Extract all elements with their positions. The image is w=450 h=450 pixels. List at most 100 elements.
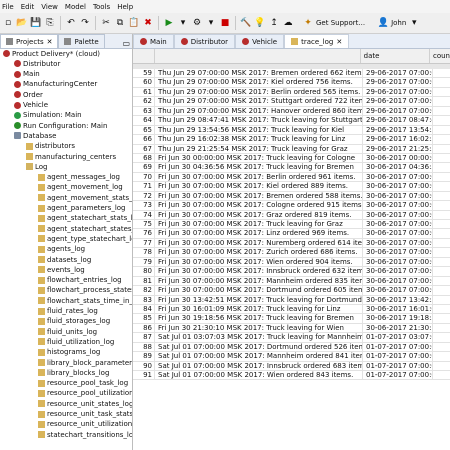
save-icon[interactable]: 💾	[30, 17, 42, 29]
tree-item[interactable]: flowchart_entries_log	[38, 276, 122, 285]
table-row[interactable]: 68 Fri Jun 30 00:00:00 MSK 2017: Truck le…	[133, 153, 450, 164]
debug-icon[interactable]: ⚙	[191, 17, 203, 29]
table-row[interactable]: 76 Fri Jun 30 07:00:00 MSK 2017: Linz ord…	[133, 229, 450, 239]
tree-item[interactable]: events_log	[38, 265, 85, 274]
table-row[interactable]: 64 Thu Jun 29 08:47:41 MSK 2017: Truck le…	[133, 116, 450, 126]
header-message[interactable]	[155, 49, 361, 63]
table-row[interactable]: 60 Thu Jun 29 07:00:00 MSK 2017: Kiel ord…	[133, 78, 450, 88]
tree-item[interactable]: fluid_storages_log	[38, 317, 110, 326]
undo-icon[interactable]: ↶	[65, 17, 77, 29]
table-row[interactable]: 70 Fri Jun 30 07:00:00 MSK 2017: Berlin o…	[133, 172, 450, 183]
menu-model[interactable]: Model	[65, 3, 86, 11]
tab-palette[interactable]: Palette	[58, 34, 105, 48]
tree-item[interactable]: Run Configuration: Main	[14, 121, 107, 130]
menu-file[interactable]: File	[2, 3, 14, 11]
close-icon[interactable]: ✕	[336, 38, 342, 46]
run-dropdown-icon[interactable]: ▾	[177, 17, 189, 29]
header-date[interactable]: date	[361, 49, 430, 63]
table-row[interactable]: 77 Fri Jun 30 07:00:00 MSK 2017: Nurember…	[133, 238, 450, 249]
table-row[interactable]: 65 Thu Jun 29 13:54:56 MSK 2017: Truck le…	[133, 125, 450, 136]
tree-item[interactable]: resource_unit_states_log	[38, 399, 132, 408]
tree-item[interactable]: agent_statechart_stats_log	[38, 214, 132, 223]
table-row[interactable]: 88 Sat Jul 01 07:00:00 MSK 2017: Dortmund…	[133, 342, 450, 353]
table-row[interactable]: 61 Thu Jun 29 07:00:00 MSK 2017: Berlin o…	[133, 87, 450, 98]
run-icon[interactable]: ▶	[163, 17, 175, 29]
tree-item[interactable]: agent_type_statechart_log	[38, 234, 132, 243]
table-row[interactable]: 78 Fri Jun 30 07:00:00 MSK 2017: Zurich o…	[133, 248, 450, 258]
table-row[interactable]: 73 Fri Jun 30 07:00:00 MSK 2017: Cologne …	[133, 201, 450, 211]
tree-item[interactable]: library_blocks_log	[38, 368, 109, 377]
tree-item[interactable]: Simulation: Main	[14, 111, 82, 120]
table-row[interactable]: 90 Sat Jul 01 07:00:00 MSK 2017: Innsbruc…	[133, 361, 450, 371]
tree-item[interactable]: manufacturing_centers	[26, 152, 116, 161]
tree-item[interactable]: fluid_units_log	[38, 327, 97, 336]
tree-item[interactable]: resource_unit_task_stats_log	[38, 410, 132, 419]
paste-icon[interactable]: 📋	[128, 17, 140, 29]
tree-item[interactable]: distributors	[26, 142, 75, 151]
tree-item[interactable]: fluid_rates_log	[38, 307, 98, 316]
stop-icon[interactable]: ■	[219, 17, 231, 29]
tree-item[interactable]: agent_movement_stats_log	[38, 193, 132, 202]
tree-item[interactable]: fluid_utilization_log	[38, 337, 114, 346]
table-row[interactable]: 87 Sat Jul 01 03:07:03 MSK 2017: Truck le…	[133, 333, 450, 343]
tree-item[interactable]: Log	[26, 162, 48, 171]
user-button[interactable]: 👤 John ▾	[377, 17, 420, 29]
new-file-icon[interactable]: ▫	[2, 17, 14, 29]
tree-item[interactable]: Distributor	[14, 59, 60, 68]
debug-dropdown-icon[interactable]: ▾	[205, 17, 217, 29]
table-row[interactable]: 62 Thu Jun 29 07:00:00 MSK 2017: Stuttgar…	[133, 97, 450, 107]
copy-icon[interactable]: ⧉	[114, 17, 126, 29]
save-all-icon[interactable]: ⎘	[44, 17, 56, 29]
menu-view[interactable]: View	[41, 3, 58, 11]
cut-icon[interactable]: ✂	[100, 17, 112, 29]
table-row[interactable]: 83 Fri Jun 30 13:42:51 MSK 2017: Truck le…	[133, 295, 450, 305]
table-row[interactable]: 79 Fri Jun 30 07:00:00 MSK 2017: Wien ord…	[133, 257, 450, 268]
table-row[interactable]: 66 Thu Jun 29 16:02:38 MSK 2017: Truck le…	[133, 135, 450, 145]
tree-item[interactable]: Product Delivery* (cloud)	[3, 49, 100, 58]
tree-item[interactable]: resource_pool_task_log	[38, 379, 128, 388]
table-row[interactable]: 63 Thu Jun 29 07:00:00 MSK 2017: Hanover …	[133, 106, 450, 117]
tree-item[interactable]: resource_unit_utilization_log	[38, 420, 132, 429]
tree-item[interactable]: agents_log	[38, 245, 85, 254]
table-row[interactable]: 75 Fri Jun 30 07:00:00 MSK 2017: Truck le…	[133, 220, 450, 230]
table-row[interactable]: 71 Fri Jun 30 07:00:00 MSK 2017: Kiel ord…	[133, 182, 450, 192]
tree-item[interactable]: flowchart_stats_time_in_state_log	[38, 296, 132, 305]
tree-item[interactable]: agent_parameters_log	[38, 204, 126, 213]
tree-item[interactable]: datasets_log	[38, 255, 91, 264]
table-row[interactable]: 80 Fri Jun 30 07:00:00 MSK 2017: Innsbruc…	[133, 267, 450, 277]
minimize-icon[interactable]: ▭	[122, 39, 130, 48]
delete-icon[interactable]: ✖	[142, 17, 154, 29]
table-row[interactable]: 82 Fri Jun 30 07:00:00 MSK 2017: Dortmund…	[133, 286, 450, 296]
redo-icon[interactable]: ↷	[79, 17, 91, 29]
tree-item[interactable]: agent_movement_log	[38, 183, 123, 192]
build-icon[interactable]: 🔨	[240, 17, 252, 29]
table-row[interactable]: 67 Thu Jun 29 21:25:54 MSK 2017: Truck le…	[133, 144, 450, 154]
table-row[interactable]: 84 Fri Jun 30 16:01:09 MSK 2017: Truck le…	[133, 304, 450, 315]
tab-projects[interactable]: Projects ✕	[0, 34, 59, 48]
table-row[interactable]: 81 Fri Jun 30 07:00:00 MSK 2017: Mannheim…	[133, 276, 450, 287]
tree-item[interactable]: resource_pool_utilization_log	[38, 389, 132, 398]
tab-trace-log[interactable]: trace_log ✕	[284, 34, 350, 48]
tree-item[interactable]: histograms_log	[38, 348, 100, 357]
menu-edit[interactable]: Edit	[21, 3, 35, 11]
tree-item[interactable]: Order	[14, 90, 43, 99]
table-row[interactable]: 72 Fri Jun 30 07:00:00 MSK 2017: Bremen o…	[133, 191, 450, 202]
export-icon[interactable]: ↥	[268, 17, 280, 29]
tree-item[interactable]: Main	[14, 70, 40, 79]
tree-item[interactable]: library_block_parameters_log	[38, 358, 132, 367]
upload-icon[interactable]: ☁	[282, 17, 294, 29]
tree-item[interactable]: agent_messages_log	[38, 173, 120, 182]
table-row[interactable]: 69 Fri Jun 30 04:36:56 MSK 2017: Truck le…	[133, 163, 450, 173]
open-folder-icon[interactable]: 📂	[16, 17, 28, 29]
table-row[interactable]: 91 Sat Jul 01 07:00:00 MSK 2017: Wien ord…	[133, 371, 450, 381]
table-row[interactable]: 59 Thu Jun 29 07:00:00 MSK 2017: Bremen o…	[133, 69, 450, 79]
header-count[interactable]: coun	[430, 49, 450, 63]
tree-item[interactable]: flowchart_process_states_log	[38, 286, 132, 295]
tree-item[interactable]: ManufacturingCenter	[14, 80, 97, 89]
tree-item[interactable]: agent_statechart_states_log	[38, 224, 132, 233]
tab-vehicle[interactable]: Vehicle	[235, 34, 285, 48]
table-row[interactable]: 89 Sat Jul 01 07:00:00 MSK 2017: Mannheim…	[133, 352, 450, 362]
tab-main[interactable]: Main	[133, 34, 174, 48]
table-row[interactable]: 85 Fri Jun 30 19:18:56 MSK 2017: Truck le…	[133, 314, 450, 324]
tree-item[interactable]: Vehicle	[14, 101, 48, 110]
